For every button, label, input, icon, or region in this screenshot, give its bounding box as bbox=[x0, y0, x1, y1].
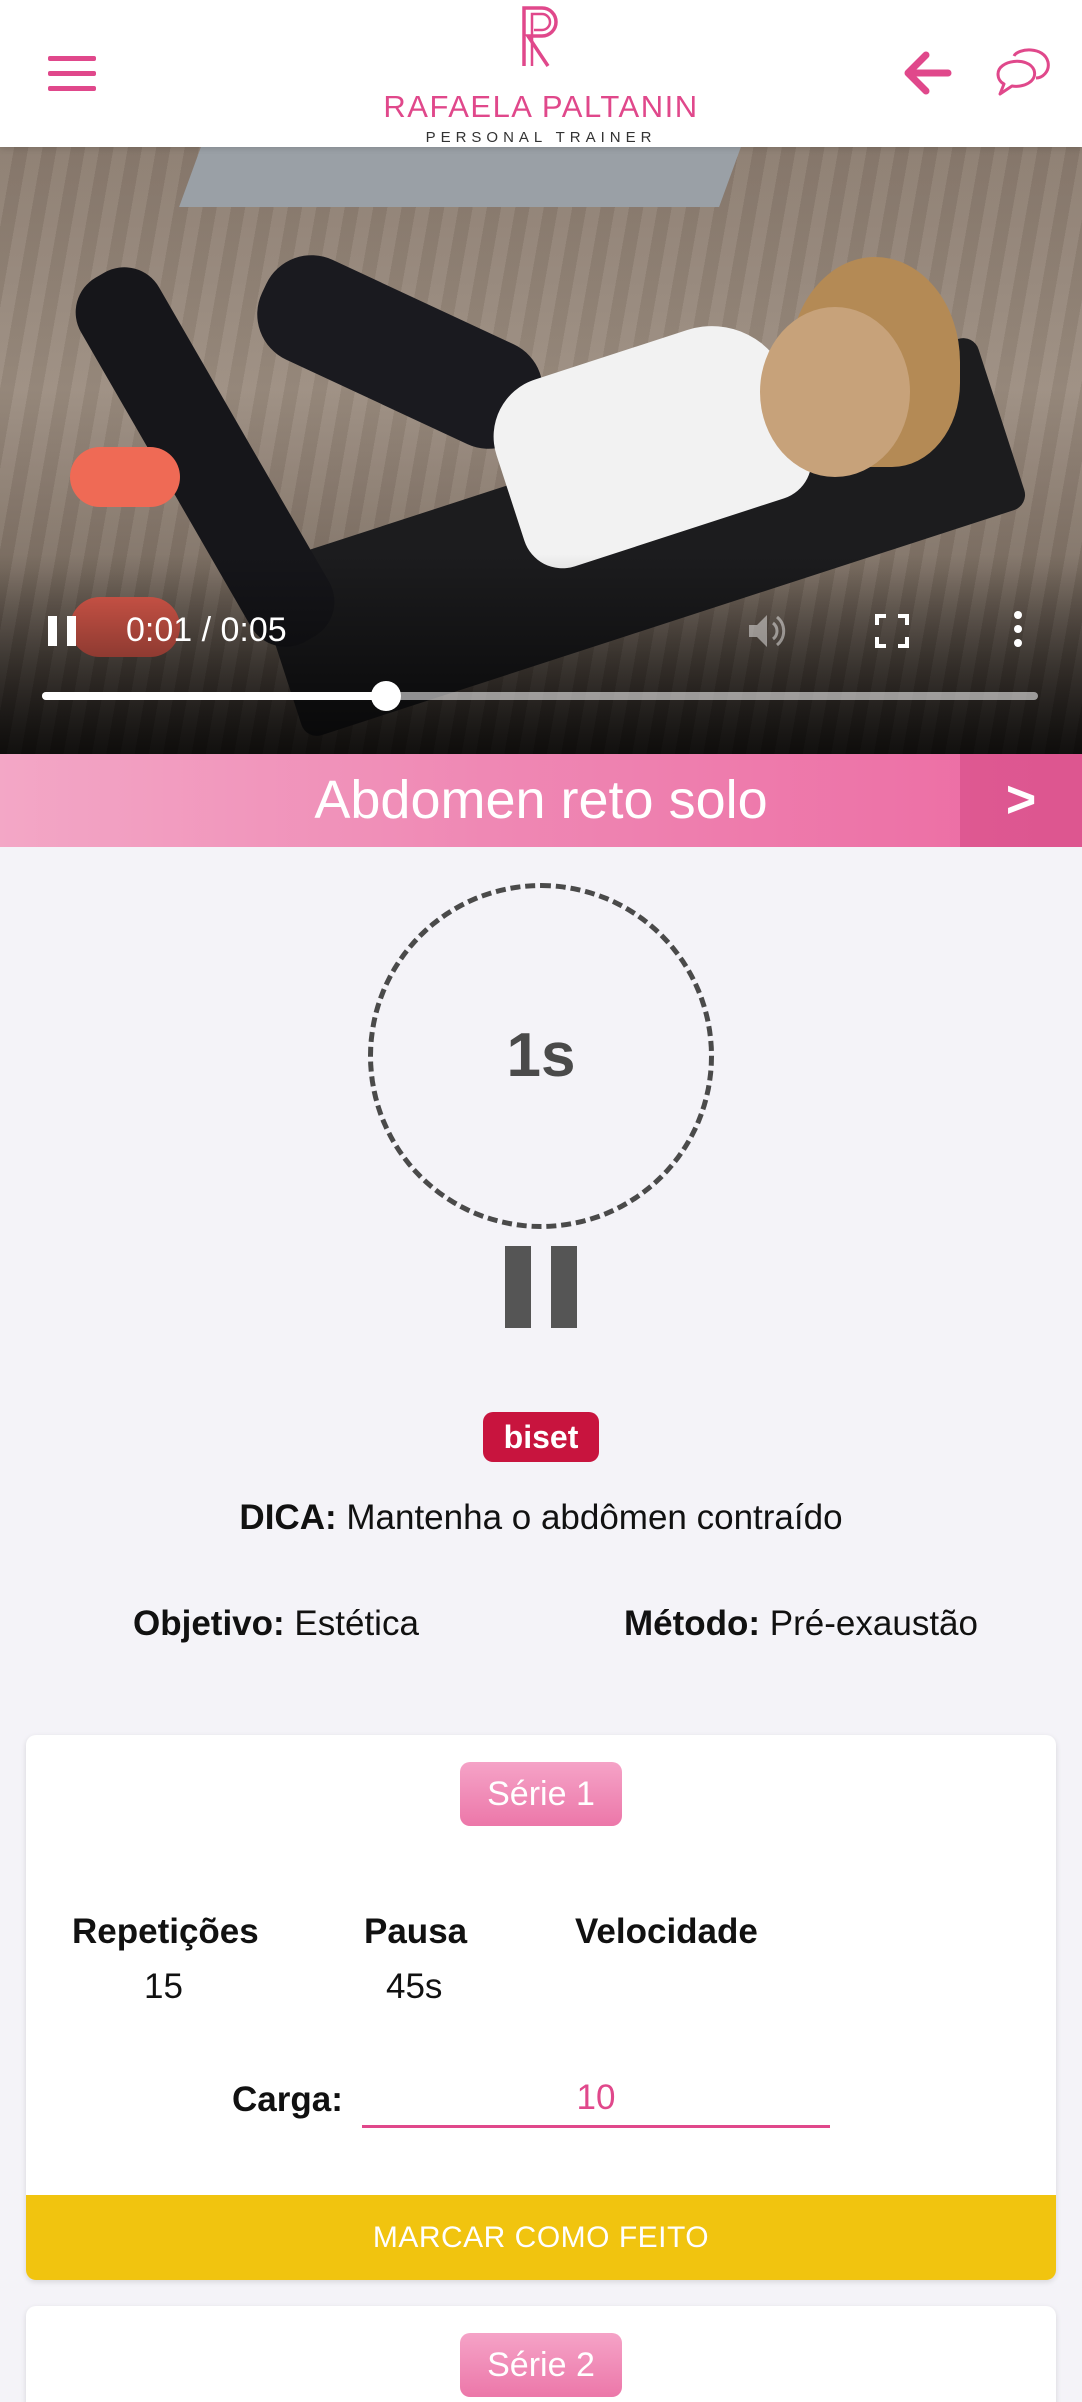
exercise-tip: DICA: Mantenha o abdômen contraído bbox=[0, 1498, 1082, 1538]
arrow-left-icon[interactable] bbox=[900, 46, 954, 100]
series-card: Série 2 bbox=[26, 2306, 1056, 2402]
logo-monogram-icon bbox=[522, 6, 558, 67]
exercise-title-bar: Abdomen reto solo > bbox=[0, 754, 1082, 847]
objective-label: Objetivo: bbox=[133, 1604, 285, 1643]
video-time: 0:01 / 0:05 bbox=[126, 611, 287, 649]
more-vertical-icon[interactable] bbox=[1010, 611, 1026, 653]
series-label: Série 1 bbox=[460, 1762, 622, 1826]
timer-value: 1s bbox=[506, 1021, 576, 1090]
video-progress-knob[interactable] bbox=[370, 681, 401, 711]
tip-text: Mantenha o abdômen contraído bbox=[336, 1498, 843, 1537]
volume-icon[interactable] bbox=[745, 611, 789, 651]
next-exercise-button[interactable]: > bbox=[960, 754, 1082, 847]
method-label: Método: bbox=[624, 1604, 761, 1643]
method: Método: Pré-exaustão bbox=[624, 1604, 978, 1644]
chat-bubble-icon[interactable] bbox=[992, 42, 1052, 102]
video-bench bbox=[179, 147, 741, 207]
video-controls-shade bbox=[0, 554, 1082, 754]
timer-pause-icon[interactable] bbox=[505, 1246, 577, 1328]
rest-timer: 1s bbox=[368, 883, 714, 1229]
method-value: Pré-exaustão bbox=[760, 1604, 978, 1643]
objective: Objetivo: Estética bbox=[133, 1604, 419, 1644]
method-badge: biset bbox=[483, 1412, 599, 1462]
video-head bbox=[760, 307, 910, 477]
video-progress-fill bbox=[42, 692, 386, 700]
brand-logo: RAFAELA PALTANIN PERSONAL TRAINER bbox=[370, 4, 712, 146]
video-shoe bbox=[70, 447, 180, 507]
reps-value: 15 bbox=[144, 1967, 183, 2006]
mark-done-button[interactable]: MARCAR COMO FEITO bbox=[26, 2195, 1056, 2280]
reps-label: Repetições bbox=[72, 1912, 259, 1951]
video-progress-bar[interactable] bbox=[42, 681, 1038, 711]
logo-subtitle: PERSONAL TRAINER bbox=[425, 129, 657, 146]
exercise-video-player[interactable]: 0:01 / 0:05 bbox=[0, 147, 1082, 754]
speed-label: Velocidade bbox=[575, 1912, 758, 1951]
exercise-title: Abdomen reto solo bbox=[314, 770, 768, 830]
objective-value: Estética bbox=[284, 1604, 419, 1643]
series-card: Série 1 Repetições 15 Pausa 45s Velocida… bbox=[26, 1735, 1056, 2280]
pause-icon[interactable] bbox=[48, 616, 76, 646]
series-label: Série 2 bbox=[460, 2333, 622, 2397]
logo-name: RAFAELA PALTANIN bbox=[383, 89, 699, 124]
hamburger-menu-icon[interactable] bbox=[48, 56, 98, 92]
load-label: Carga: bbox=[232, 2080, 343, 2119]
load-input[interactable] bbox=[362, 2070, 830, 2128]
pause-value: 45s bbox=[386, 1967, 443, 2006]
fullscreen-icon[interactable] bbox=[874, 613, 910, 649]
pause-label: Pausa bbox=[364, 1912, 468, 1951]
app-header: RAFAELA PALTANIN PERSONAL TRAINER bbox=[0, 0, 1082, 147]
tip-label: DICA: bbox=[239, 1498, 337, 1537]
